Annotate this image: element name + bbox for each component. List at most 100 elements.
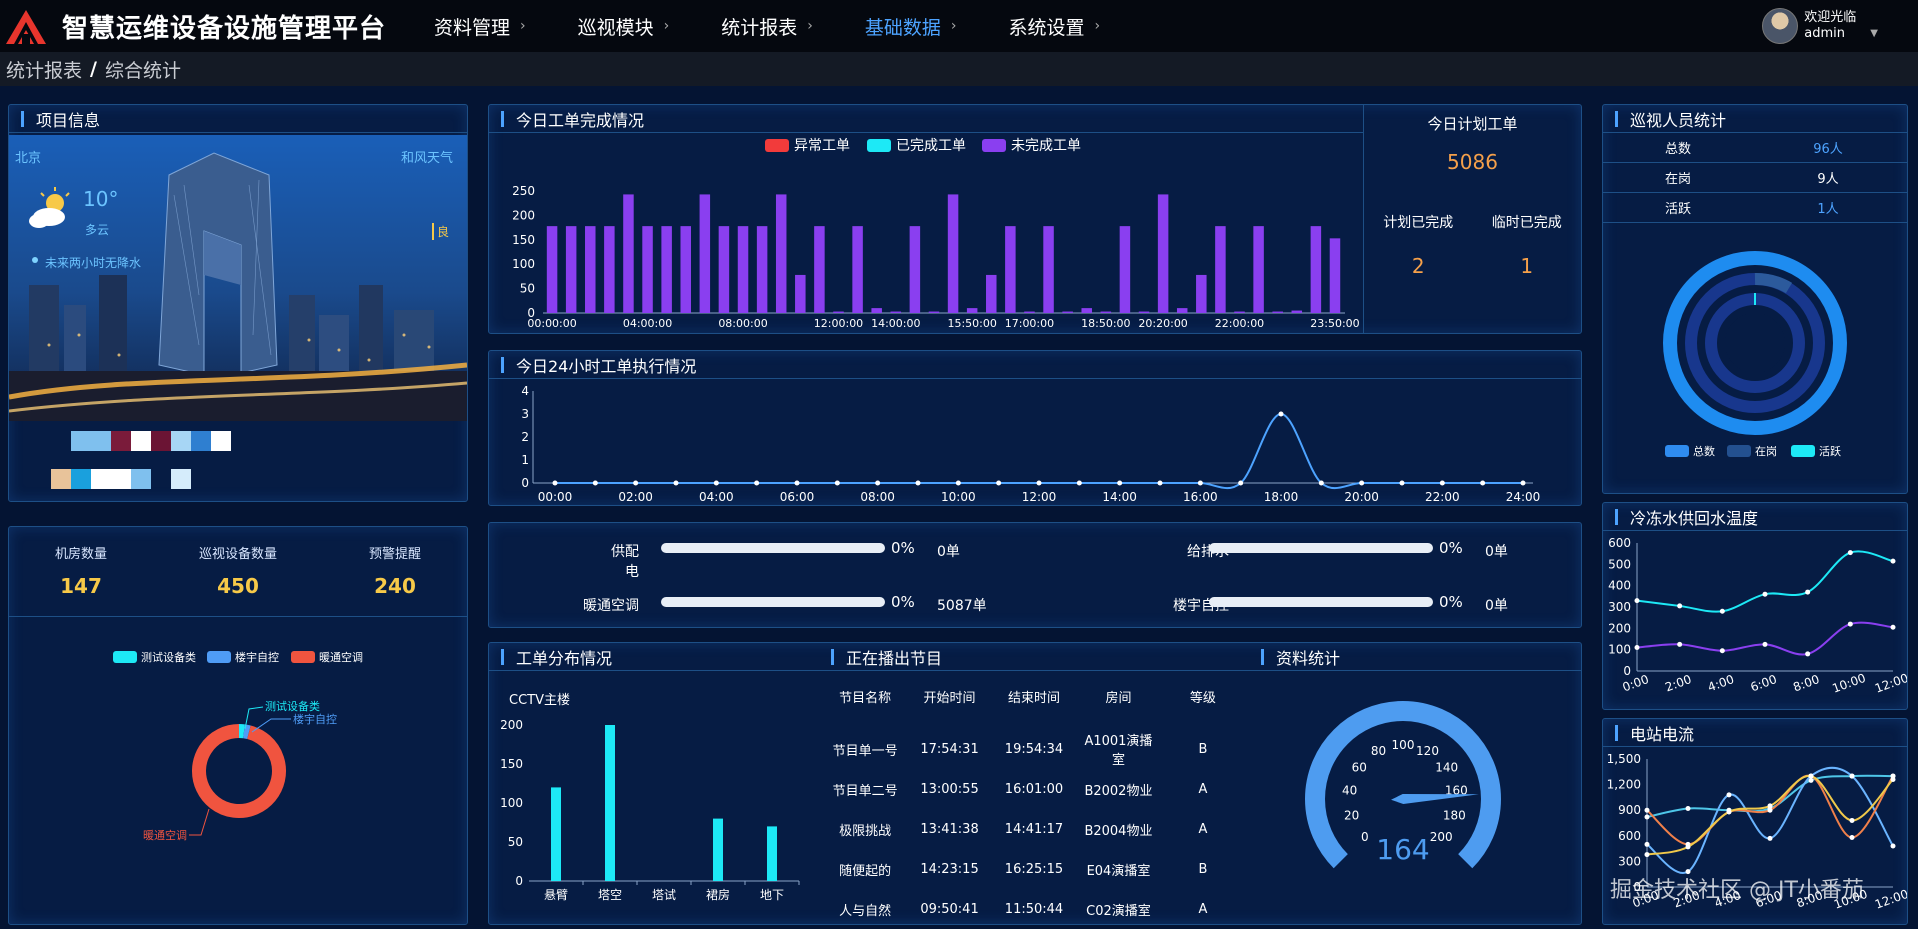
exec24-line-chart: 0 1 2 3 4 00:00 02:00 04:00 06:00 08:00 10:00 12:00…	[521, 384, 1540, 504]
table-row[interactable]: 人与自然 09:50:41 11:50:44 C02演播室 A	[819, 889, 1249, 929]
x-tick-label: 00:00	[538, 490, 573, 504]
bar	[928, 311, 940, 313]
x-tick-label: 12:00	[1022, 490, 1057, 504]
bar	[795, 274, 806, 313]
done-label: 计划已完成	[1383, 215, 1454, 231]
data-point	[955, 480, 961, 486]
cold-water-panel: 冷冻水供回水温度 0 100 200 300 400 500 600 0:00 2:00 4:00…	[1602, 502, 1908, 710]
table-cell: 节目单二号	[832, 783, 898, 799]
x-tick-label: 02:00	[618, 490, 653, 504]
table-cell: 人与自然	[839, 903, 892, 919]
data-point	[754, 480, 760, 486]
nav-label: 统计报表	[721, 16, 798, 39]
exec24-panel: 今日24小时工单执行情况 0 1 2 3 4 00:00 02:00 04:00 06:00 08…	[488, 350, 1582, 506]
gauge-tick-label: 140	[1435, 760, 1458, 774]
user-menu[interactable]: 欢迎光临 admin ▼	[1762, 8, 1878, 44]
x-tick-label: 12:00	[1873, 887, 1907, 912]
logo-icon	[6, 10, 46, 44]
series-line	[1636, 550, 1894, 613]
table-row[interactable]: 随便起的 14:23:15 16:25:15 E04演播室 B	[819, 849, 1249, 889]
nav-label: 基础数据	[864, 16, 941, 39]
bar	[1100, 311, 1112, 313]
caret-down-icon[interactable]: ▼	[1870, 28, 1878, 39]
data-point	[592, 480, 598, 486]
x-tick-label: 18:50:00	[1081, 317, 1130, 330]
bar	[1234, 311, 1245, 313]
patrol-table: 总数 96人 在岗 9人 活跃 1人	[1603, 133, 1907, 223]
bar	[565, 226, 577, 313]
table-body: 节目单一号 17:54:31 19:54:34 A1001演播室 B 节目单二号 13:00…	[819, 729, 1249, 929]
gauge-tick-label: 20	[1344, 809, 1359, 823]
nav-item-resources[interactable]: 资料管理 ›	[408, 13, 552, 40]
bar	[947, 194, 959, 313]
legend-label: 楼宇自控	[235, 650, 279, 664]
x-tick-label: 12:00	[1873, 671, 1907, 696]
app-title: 智慧运维设备设施管理平台	[62, 13, 387, 44]
x-tick-label: 悬臂	[544, 888, 568, 902]
table-cell: 09:50:41	[920, 901, 979, 917]
bar	[1024, 311, 1035, 313]
cold-water-line-chart: 01002003004005006000:00 2:00 4:00 6:00 8:00 1…	[1608, 536, 1907, 696]
app-logo[interactable]	[0, 0, 52, 52]
nav-item-patrol[interactable]: 巡视模块 ›	[552, 13, 696, 40]
panel-title: 今日24小时工单执行情况	[489, 351, 1581, 379]
x-tick-label: 08:00:00	[718, 317, 767, 330]
data-point	[713, 480, 719, 486]
y-tick-label: 600	[1618, 829, 1641, 843]
progress-percent: 0%	[1439, 539, 1463, 557]
bar	[756, 226, 768, 313]
count-cards: 机房数量 147 巡视设备数量 450 预警提醒 240	[9, 527, 467, 617]
x-tick-label: 16:00	[1183, 490, 1218, 504]
data-point	[1117, 480, 1123, 486]
bar	[767, 826, 777, 881]
x-tick-label: 8:00	[1791, 672, 1821, 694]
table-row[interactable]: 节目单二号 13:00:55 16:01:00 B2002物业 A	[819, 769, 1249, 809]
data-point	[1685, 805, 1691, 811]
progress-panel: 供配电 0% 0单 给排水 0% 0单 暖通空调 0% 5087单 楼宇自控 0…	[488, 522, 1582, 628]
data-point	[1805, 651, 1811, 657]
data-point	[1849, 773, 1855, 779]
work-today-panel: 今日工单完成情况 异常工单 已完成工单 未完成工单 0 50 100 150 200 25…	[488, 104, 1582, 334]
legend-label: 暖通空调	[319, 650, 363, 664]
breadcrumb-separator: /	[90, 58, 97, 80]
work-today-bar-chart: 异常工单 已完成工单 未完成工单 05010015020025000:00:00…	[512, 138, 1360, 330]
series-line	[554, 412, 1523, 490]
column-header: 开始时间	[923, 691, 976, 706]
breadcrumb-item[interactable]: 统计报表	[6, 56, 82, 83]
weather-source[interactable]: 和风天气	[401, 147, 453, 166]
table-row[interactable]: 极限挑战 13:41:38 14:41:17 B2004物业 A	[819, 809, 1249, 849]
y-tick-label: 2	[521, 430, 529, 444]
column-header: 等级	[1189, 691, 1216, 706]
watermark: 掘金技术社区 @ JT小番茄	[1610, 878, 1864, 903]
data-point	[1849, 835, 1855, 841]
device-stats-panel: 机房数量 147 巡视设备数量 450 预警提醒 240 测试设备类 楼宇自控 …	[8, 526, 468, 925]
row-label: 总数	[1664, 142, 1691, 157]
nav-item-base-data[interactable]: 基础数据 ›	[839, 13, 983, 40]
table-cell: A1001演播室	[1084, 734, 1153, 768]
temp-value: 1	[1520, 254, 1534, 278]
data-point	[1726, 792, 1732, 798]
table-cell: 17:54:31	[920, 741, 979, 757]
bar	[1119, 226, 1131, 313]
table-cell: B2004物业	[1084, 823, 1153, 839]
row-label: 活跃	[1664, 202, 1691, 217]
nav-item-reports[interactable]: 统计报表 ›	[695, 13, 839, 40]
data-point	[915, 480, 921, 486]
row-value: 1人	[1817, 202, 1839, 217]
chevron-right-icon: ›	[807, 18, 813, 34]
chevron-right-icon: ›	[663, 18, 670, 34]
data-point	[1197, 480, 1203, 486]
bar	[605, 725, 615, 881]
data-point	[633, 480, 639, 486]
gauge-tick-label: 180	[1443, 809, 1466, 823]
y-tick-label: 200	[1608, 621, 1631, 635]
data-point	[794, 480, 800, 486]
bar	[1062, 311, 1073, 313]
nav-item-settings[interactable]: 系统设置 ›	[983, 13, 1127, 40]
legend-label: 测试设备类	[141, 650, 196, 664]
avatar[interactable]	[1762, 8, 1799, 44]
table-row[interactable]: 节目单一号 17:54:31 19:54:34 A1001演播室 B	[819, 729, 1249, 769]
count-value: 450	[217, 574, 259, 598]
progress-count: 0单	[1485, 544, 1508, 560]
x-tick-label: 22:00:00	[1215, 317, 1264, 330]
